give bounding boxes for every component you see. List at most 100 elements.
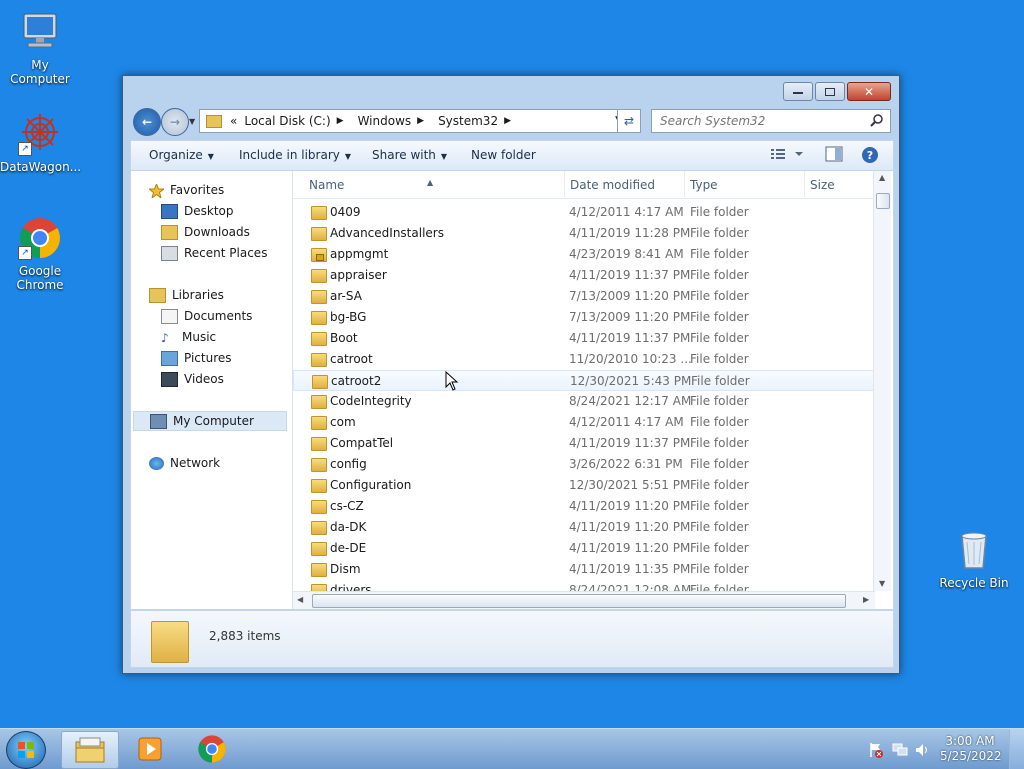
table-row[interactable]: Boot 4/11/2019 11:37 PM File folder: [293, 328, 875, 349]
close-button[interactable]: ✕: [847, 82, 891, 101]
music-icon: ♪: [161, 330, 169, 345]
file-date-modified: 4/11/2019 11:37 PM: [569, 436, 691, 450]
help-button[interactable]: ?: [861, 146, 879, 167]
nav-my-computer[interactable]: My Computer: [133, 411, 287, 431]
table-row[interactable]: appraiser 4/11/2019 11:37 PM File folder: [293, 265, 875, 286]
nav-item-pictures[interactable]: Pictures: [161, 348, 232, 368]
table-row[interactable]: de-DE 4/11/2019 11:20 PM File folder: [293, 538, 875, 559]
column-header-type[interactable]: Type: [690, 178, 718, 192]
horizontal-scroll-thumb[interactable]: [312, 594, 846, 608]
nav-item-recent-places[interactable]: Recent Places: [161, 243, 267, 263]
vertical-scroll-thumb[interactable]: [876, 193, 890, 209]
breadcrumb-overflow[interactable]: «: [230, 114, 237, 128]
nav-item-videos[interactable]: Videos: [161, 369, 224, 389]
network-status-icon[interactable]: [892, 742, 908, 761]
desktop-icon-my-computer[interactable]: My Computer: [0, 10, 80, 86]
file-type: File folder: [690, 436, 749, 450]
column-divider[interactable]: [804, 171, 805, 197]
organize-menu[interactable]: Organize ▼: [149, 148, 214, 162]
change-view-button[interactable]: [771, 146, 805, 165]
table-row[interactable]: Dism 4/11/2019 11:35 PM File folder: [293, 559, 875, 580]
breadcrumb-arrow-icon[interactable]: ▶: [504, 116, 511, 126]
nav-network[interactable]: Network: [149, 453, 220, 473]
file-date-modified: 4/11/2019 11:35 PM: [569, 562, 691, 576]
search-input[interactable]: [658, 113, 862, 129]
content-pane: Favorites Desktop Downloads Recent Place…: [130, 170, 894, 610]
back-button[interactable]: ←: [133, 108, 161, 136]
desktop-icon-google-chrome[interactable]: ↗ Google Chrome: [0, 216, 80, 292]
search-icon[interactable]: [870, 113, 884, 127]
table-row[interactable]: CodeIntegrity 8/24/2021 12:17 AM File fold…: [293, 391, 875, 412]
new-folder-button[interactable]: New folder: [471, 148, 536, 162]
desktop-icon-label: My Computer: [10, 58, 70, 86]
table-row[interactable]: 0409 4/12/2011 4:17 AM File folder: [293, 202, 875, 223]
table-row[interactable]: bg-BG 7/13/2009 11:20 PM File folder: [293, 307, 875, 328]
scroll-left-icon[interactable]: ◀: [297, 595, 303, 604]
nav-libraries[interactable]: Libraries: [149, 285, 224, 305]
taskbar-media-player[interactable]: [122, 731, 178, 767]
table-row[interactable]: da-DK 4/11/2019 11:20 PM File folder: [293, 517, 875, 538]
refresh-button[interactable]: ⇄: [617, 109, 641, 133]
breadcrumb-item-local-disk[interactable]: Local Disk (C:) ▶: [237, 114, 350, 128]
table-row[interactable]: com 4/12/2011 4:17 AM File folder: [293, 412, 875, 433]
nav-item-documents[interactable]: Documents: [161, 306, 252, 326]
address-bar[interactable]: « Local Disk (C:) ▶ Windows ▶ System32 ▶…: [199, 109, 627, 133]
start-button[interactable]: [6, 731, 46, 769]
folder-icon: [311, 521, 327, 535]
recent-places-icon: [161, 245, 178, 261]
table-row[interactable]: cs-CZ 4/11/2019 11:20 PM File folder: [293, 496, 875, 517]
table-row[interactable]: catroot2 12/30/2021 5:43 PM File folder: [293, 370, 875, 391]
breadcrumb-item-windows[interactable]: Windows ▶: [351, 114, 432, 128]
recent-pages-button[interactable]: ▼: [189, 117, 195, 126]
file-type: File folder: [690, 457, 749, 471]
scroll-up-icon[interactable]: ▲: [879, 173, 885, 182]
taskbar-clock[interactable]: 3:00 AM 5/25/2022: [940, 734, 1002, 764]
column-header-size[interactable]: Size: [810, 178, 835, 192]
show-desktop-button[interactable]: [1009, 729, 1024, 769]
table-row[interactable]: AdvancedInstallers 4/11/2019 11:28 PM File…: [293, 223, 875, 244]
desktop-icon-label: DataWagon...: [0, 160, 82, 174]
column-header-name[interactable]: Name: [309, 178, 344, 192]
file-type: File folder: [690, 268, 749, 282]
breadcrumb-arrow-icon[interactable]: ▶: [417, 116, 424, 126]
scroll-down-icon[interactable]: ▼: [879, 579, 885, 588]
table-row[interactable]: CompatTel 4/11/2019 11:37 PM File folder: [293, 433, 875, 454]
table-row[interactable]: appmgmt 4/23/2019 8:41 AM File folder: [293, 244, 875, 265]
file-name: catroot: [330, 352, 373, 366]
column-headers: ▲ Name Date modified Type Size: [293, 171, 875, 199]
nav-item-desktop[interactable]: Desktop: [161, 201, 234, 221]
column-header-date-modified[interactable]: Date modified: [570, 178, 655, 192]
horizontal-scrollbar[interactable]: ◀ ▶: [293, 591, 875, 609]
forward-button[interactable]: →: [161, 108, 189, 136]
folder-icon: [206, 114, 222, 128]
scroll-right-icon[interactable]: ▶: [863, 595, 869, 604]
taskbar-explorer[interactable]: [61, 731, 119, 769]
share-with-menu[interactable]: Share with ▼: [372, 148, 447, 162]
table-row[interactable]: Configuration 12/30/2021 5:51 PM File fold…: [293, 475, 875, 496]
column-divider[interactable]: [684, 171, 685, 197]
search-box[interactable]: [651, 109, 891, 133]
desktop-icon-datawagon[interactable]: ↗ DataWagon...: [0, 112, 82, 174]
table-row[interactable]: ar-SA 7/13/2009 11:20 PM File folder: [293, 286, 875, 307]
nav-favorites[interactable]: Favorites: [147, 180, 224, 200]
table-row[interactable]: catroot 11/20/2010 10:23 ... File folder: [293, 349, 875, 370]
action-center-icon[interactable]: [868, 742, 884, 761]
table-row[interactable]: config 3/26/2022 6:31 PM File folder: [293, 454, 875, 475]
nav-item-music[interactable]: ♪ Music: [161, 327, 216, 347]
vertical-scrollbar[interactable]: ▲ ▼: [873, 171, 891, 591]
column-divider[interactable]: [564, 171, 565, 197]
include-in-library-menu[interactable]: Include in library ▼: [239, 148, 351, 162]
refresh-icon: ⇄: [623, 114, 635, 128]
file-date-modified: 3/26/2022 6:31 PM: [569, 457, 683, 471]
folder-icon: [311, 563, 327, 577]
breadcrumb-item-system32[interactable]: System32 ▶: [431, 114, 518, 128]
volume-icon[interactable]: [914, 742, 930, 761]
breadcrumb-arrow-icon[interactable]: ▶: [337, 116, 344, 126]
minimize-button[interactable]: [783, 82, 813, 101]
taskbar-chrome[interactable]: [184, 731, 240, 767]
preview-pane-button[interactable]: [825, 146, 843, 165]
folder-icon: [311, 332, 327, 346]
nav-item-downloads[interactable]: Downloads: [161, 222, 250, 242]
maximize-button[interactable]: [815, 82, 845, 101]
desktop-icon-recycle-bin[interactable]: Recycle Bin: [934, 528, 1014, 590]
